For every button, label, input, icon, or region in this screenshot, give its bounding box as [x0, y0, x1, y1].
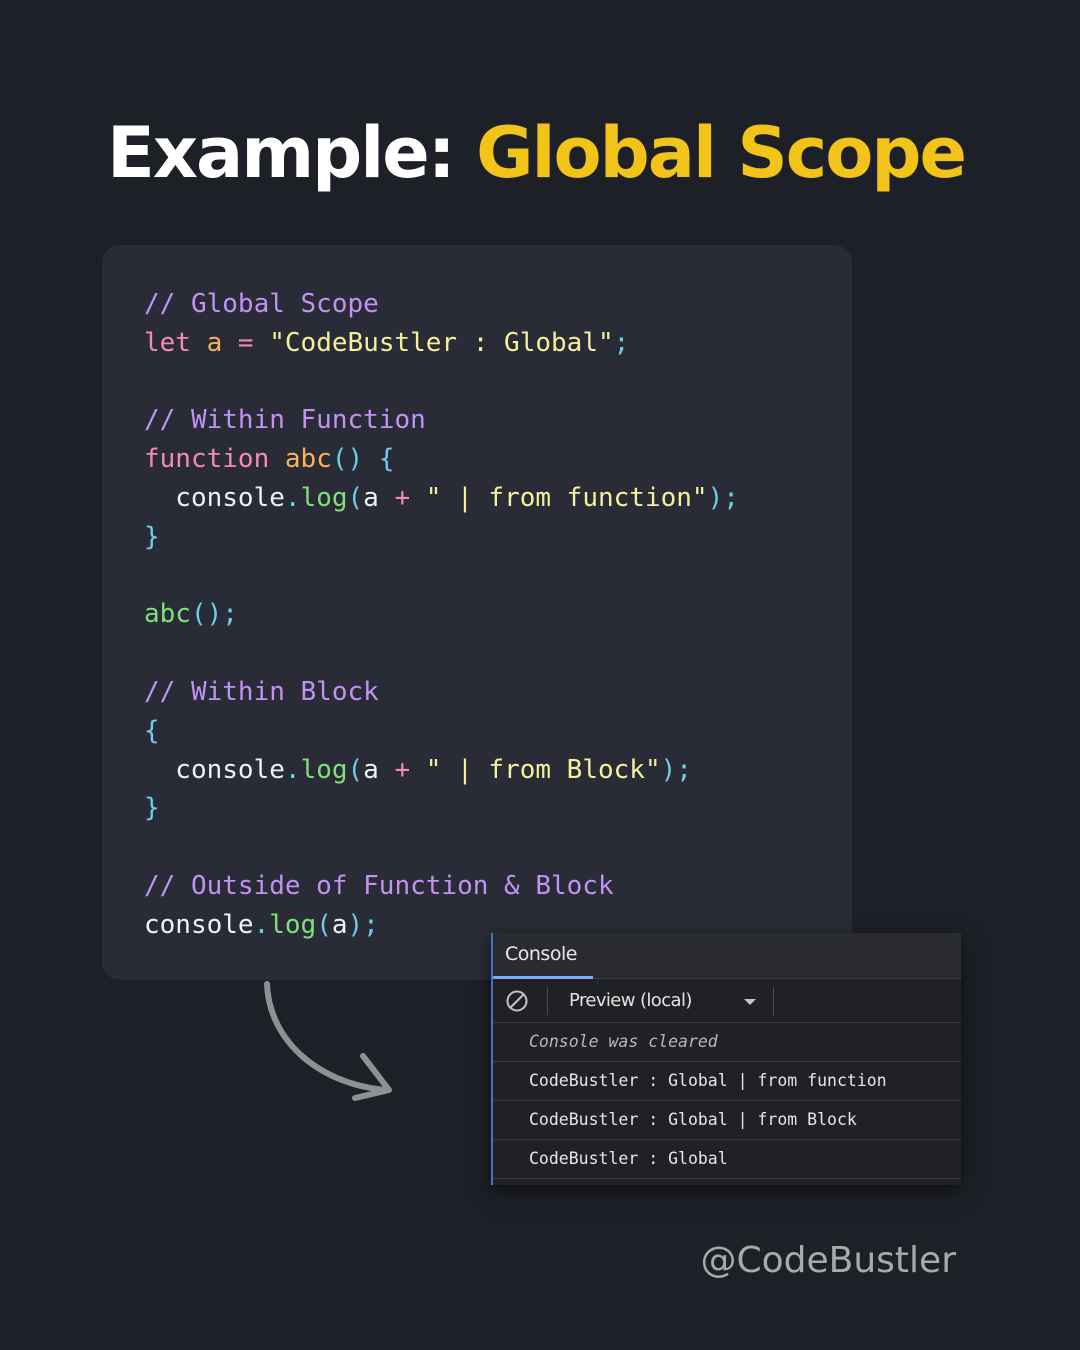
code-token: " | from Block" — [425, 754, 661, 785]
code-token: // Outside of Function & Block — [144, 870, 614, 901]
code-token: . — [284, 754, 301, 785]
title-accent: Global Scope — [476, 112, 967, 194]
code-token: // Within Block — [144, 676, 379, 707]
code-token: ( — [347, 482, 364, 513]
code-card: // Global Scope let a = "CodeBustler : Gl… — [102, 245, 852, 980]
code-token: function — [144, 444, 270, 475]
title-prefix: Example: — [107, 112, 477, 194]
clear-console-icon[interactable] — [505, 989, 529, 1013]
console-messages: Console was cleared CodeBustler : Global … — [493, 1023, 961, 1179]
toolbar-divider — [773, 987, 774, 1015]
code-line: } — [144, 518, 739, 557]
code-token: ); — [347, 909, 379, 940]
console-toolbar: Preview (local) — [493, 979, 961, 1023]
code-token: " | from function" — [425, 482, 708, 513]
code-token: ( — [316, 909, 332, 940]
code-token: a — [206, 327, 223, 358]
code-token: + — [378, 754, 426, 785]
tab-console[interactable]: Console — [505, 943, 577, 965]
page-title: Example: Global Scope — [107, 108, 967, 198]
code-token: } — [144, 521, 160, 552]
console-header: Console — [493, 933, 961, 979]
code-token: (); — [190, 599, 238, 630]
code-line: // Within Block — [144, 673, 739, 712]
code-token: () { — [331, 444, 395, 475]
code-block: // Global Scope let a = "CodeBustler : Gl… — [144, 285, 739, 945]
code-token: log — [300, 482, 348, 513]
code-token: log — [269, 909, 317, 940]
code-token: a — [363, 754, 379, 785]
console-log-row: CodeBustler : Global — [493, 1140, 961, 1179]
context-selector[interactable]: Preview (local) — [569, 990, 692, 1011]
code-token: abc — [144, 599, 191, 630]
console-log-row: CodeBustler : Global | from function — [493, 1062, 961, 1101]
code-token: ); — [660, 754, 692, 785]
code-token: ( — [347, 754, 364, 785]
console-log-row: CodeBustler : Global | from Block — [493, 1101, 961, 1140]
code-line: abc(); — [144, 595, 739, 634]
code-line: console.log(a + " | from function"); — [144, 479, 739, 518]
code-token: + — [378, 482, 426, 513]
toolbar-divider — [547, 987, 548, 1015]
code-token: } — [144, 793, 160, 824]
code-token: ); — [707, 482, 739, 513]
code-token: // Global Scope — [144, 289, 379, 319]
code-token: console — [144, 754, 285, 785]
code-token: "CodeBustler : Global" — [269, 327, 614, 358]
code-token: let — [144, 327, 191, 358]
code-line: // Within Function — [144, 401, 739, 440]
code-token: console — [144, 482, 285, 513]
dropdown-caret-icon[interactable] — [743, 997, 757, 1007]
code-token: a — [331, 909, 348, 940]
code-token: console — [144, 909, 254, 940]
console-info-message: Console was cleared — [493, 1023, 961, 1062]
code-token: log — [300, 754, 348, 785]
code-token: . — [284, 482, 301, 513]
code-line: } — [144, 789, 739, 828]
code-token: ; — [613, 327, 630, 358]
code-line: let a = "CodeBustler : Global"; — [144, 324, 739, 363]
author-handle: @CodeBustler — [700, 1240, 957, 1281]
code-token: a — [363, 482, 379, 513]
devtools-console-panel: Console Preview (local) Console was clea… — [491, 933, 961, 1185]
code-line: // Global Scope — [144, 285, 739, 324]
code-token: = — [222, 327, 270, 358]
code-line: { — [144, 712, 739, 751]
code-line: console.log(a + " | from Block"); — [144, 751, 739, 790]
curved-arrow-icon — [264, 981, 392, 1101]
code-token: . — [253, 909, 270, 940]
code-token: // Within Function — [144, 405, 426, 436]
code-line: // Outside of Function & Block — [144, 867, 739, 906]
code-line: function abc() { — [144, 440, 739, 479]
code-token: { — [144, 715, 160, 746]
code-token: abc — [284, 444, 332, 475]
